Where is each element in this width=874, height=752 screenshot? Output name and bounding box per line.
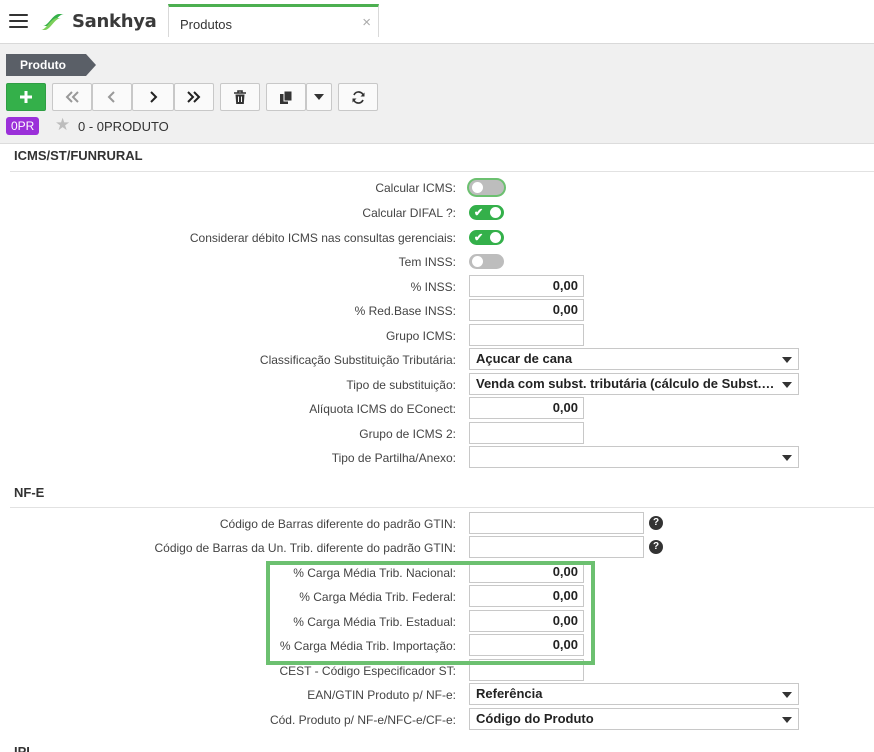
ean-gtin-select[interactable]: Referência	[469, 683, 799, 705]
tipo-substituicao-value: Venda com subst. tributária (cálculo de …	[476, 376, 797, 391]
chevron-down-icon	[782, 382, 792, 388]
grupo-icms-2-label: Grupo de ICMS 2:	[359, 427, 456, 441]
first-record-button[interactable]	[52, 83, 92, 111]
favorite-star-icon[interactable]: ★	[55, 116, 70, 134]
caret-down-icon	[314, 94, 324, 100]
chevron-down-icon	[782, 692, 792, 698]
cod-produto-nfe-value: Código do Produto	[476, 711, 594, 726]
carga-federal-label: % Carga Média Trib. Federal:	[299, 590, 456, 604]
grupo-icms-input[interactable]	[469, 324, 584, 346]
section-title-icms: ICMS/ST/FUNRURAL	[14, 148, 143, 163]
tab-label: Produtos	[180, 17, 233, 32]
carga-federal-input[interactable]: 0,00	[469, 585, 584, 607]
carga-importacao-label: % Carga Média Trib. Importação:	[279, 639, 456, 653]
section-title-nfe: NF-E	[14, 485, 45, 500]
next-record-button[interactable]	[132, 83, 174, 111]
cest-label: CEST - Código Especificador ST:	[279, 664, 456, 678]
codigo-barras-un-trib-label: Código de Barras da Un. Trib. diferente …	[154, 541, 457, 555]
aliquota-econect-input[interactable]: 0,00	[469, 397, 584, 419]
chevron-left-icon	[107, 91, 115, 103]
copy-options-dropdown[interactable]	[306, 83, 332, 111]
calcular-difal-label: Calcular DIFAL ?:	[362, 206, 456, 220]
record-badge: 0PR	[6, 117, 40, 135]
trash-icon	[234, 89, 246, 104]
refresh-button[interactable]	[338, 83, 378, 111]
chevron-down-icon	[782, 455, 792, 461]
considerar-debito-toggle[interactable]: ✔	[469, 230, 504, 245]
tipo-partilha-label: Tipo de Partilha/Anexo:	[331, 451, 456, 465]
plus-icon	[20, 91, 32, 103]
copy-icon	[279, 90, 292, 104]
tipo-partilha-select[interactable]	[469, 446, 799, 468]
section-divider	[10, 171, 874, 172]
calcular-difal-toggle[interactable]: ✔	[469, 205, 504, 220]
carga-importacao-input[interactable]: 0,00	[469, 634, 584, 656]
classificacao-st-label: Classificação Substituição Tributária:	[259, 353, 456, 367]
carga-nacional-label: % Carga Média Trib. Nacional:	[293, 566, 456, 580]
sankhya-logo[interactable]: Sankhya	[40, 9, 157, 33]
perc-red-base-inss-input[interactable]: 0,00	[469, 299, 584, 321]
tab-produtos[interactable]: Produtos ×	[168, 4, 379, 37]
tem-inss-label: Tem INSS:	[398, 255, 456, 269]
perc-inss-input[interactable]: 0,00	[469, 275, 584, 297]
chevron-right-icon	[150, 91, 158, 103]
chevron-down-icon	[782, 717, 792, 723]
perc-red-base-inss-label: % Red.Base INSS:	[354, 304, 456, 318]
hamburger-menu-icon[interactable]	[9, 14, 28, 28]
section-divider	[10, 507, 874, 508]
copy-button[interactable]	[266, 83, 306, 111]
chevron-down-icon	[782, 357, 792, 363]
double-chevron-left-icon	[65, 91, 79, 103]
calcular-icms-toggle[interactable]	[469, 180, 504, 195]
codigo-barras-gtin-input[interactable]	[469, 512, 644, 534]
section-title-ipi: IPI	[14, 744, 30, 752]
grupo-icms-label: Grupo ICMS:	[385, 329, 456, 343]
tem-inss-toggle[interactable]	[469, 254, 504, 269]
grupo-icms-2-input[interactable]	[469, 422, 584, 444]
top-bar: Sankhya Produtos ×	[0, 0, 874, 44]
carga-nacional-input[interactable]: 0,00	[469, 561, 584, 583]
carga-estadual-input[interactable]: 0,00	[469, 610, 584, 632]
cest-input[interactable]	[469, 659, 584, 681]
calcular-icms-label: Calcular ICMS:	[375, 181, 456, 195]
tipo-substituicao-select[interactable]: Venda com subst. tributária (cálculo de …	[469, 373, 799, 395]
toolbar-region: Produto 0PR ★ 0 - 0PRODUTO	[0, 44, 874, 144]
perc-inss-label: % INSS:	[410, 280, 456, 294]
last-record-button[interactable]	[174, 83, 214, 111]
delete-button[interactable]	[220, 83, 260, 111]
add-button[interactable]	[6, 83, 46, 111]
ean-gtin-value: Referência	[476, 686, 543, 701]
cod-produto-nfe-label: Cód. Produto p/ NF-e/NFC-e/CF-e:	[269, 713, 456, 727]
close-icon[interactable]: ×	[362, 14, 371, 31]
help-icon[interactable]: ?	[649, 516, 663, 530]
aliquota-econect-label: Alíquota ICMS do EConect:	[309, 402, 456, 416]
refresh-icon	[352, 90, 364, 104]
tipo-substituicao-label: Tipo de substituição:	[346, 378, 456, 392]
double-chevron-right-icon	[187, 91, 201, 103]
ean-gtin-label: EAN/GTIN Produto p/ NF-e:	[307, 688, 456, 702]
previous-record-button[interactable]	[92, 83, 132, 111]
brand-name: Sankhya	[72, 10, 157, 32]
classificacao-st-value: Açucar de cana	[476, 351, 573, 366]
carga-estadual-label: % Carga Média Trib. Estadual:	[293, 615, 456, 629]
codigo-barras-un-trib-input[interactable]	[469, 536, 644, 558]
codigo-barras-gtin-label: Código de Barras diferente do padrão GTI…	[219, 517, 456, 531]
considerar-debito-label: Considerar débito ICMS nas consultas ger…	[189, 231, 456, 245]
cod-produto-nfe-select[interactable]: Código do Produto	[469, 708, 799, 730]
sankhya-logo-icon	[41, 14, 64, 30]
breadcrumb[interactable]: Produto	[6, 54, 96, 76]
help-icon[interactable]: ?	[649, 540, 663, 554]
classificacao-st-select[interactable]: Açucar de cana	[469, 348, 799, 370]
record-name: 0 - 0PRODUTO	[78, 119, 169, 134]
